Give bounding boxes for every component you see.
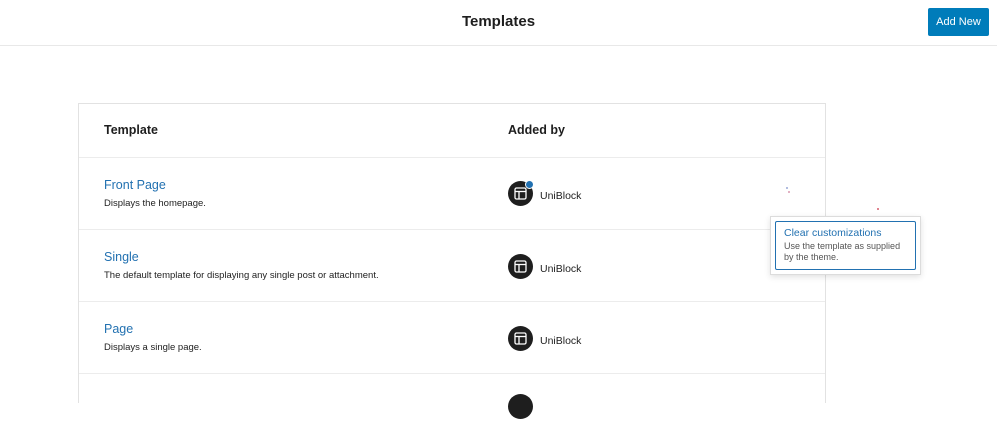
faint-pixel [786,187,788,189]
table-row [79,374,825,446]
customized-indicator [525,180,534,189]
template-title-link[interactable]: Page [104,322,133,336]
template-title-link[interactable]: Single [104,250,139,264]
column-header-template: Template [104,123,158,137]
table-header: Template Added by [79,104,825,158]
actions-dropdown: Clear customizations Use the template as… [770,216,921,275]
table-row: Page Displays a single page. UniBlock [79,302,825,374]
theme-icon [508,254,533,279]
template-description: The default template for displaying any … [104,270,379,281]
author-name: UniBlock [540,335,582,347]
clear-customizations-button[interactable]: Clear customizations Use the template as… [775,221,916,270]
faint-pixel [877,208,879,210]
table-row: Front Page Displays the homepage. UniBlo… [79,158,825,230]
top-bar: Templates Add New [0,0,997,46]
author-name: UniBlock [540,263,582,275]
templates-table: Template Added by Front Page Displays th… [78,103,826,419]
theme-icon [508,394,533,419]
author-name: UniBlock [540,190,582,202]
template-description: Displays the homepage. [104,198,206,209]
actions-menu-toggle[interactable] [782,181,882,211]
clear-customizations-help: Use the template as supplied by the them… [784,241,901,262]
table-row: Single The default template for displayi… [79,230,825,302]
page-title: Templates [461,13,536,30]
template-title-link[interactable]: Front Page [104,178,166,192]
theme-icon [508,180,534,206]
theme-icon [508,326,533,351]
clear-customizations-label: Clear customizations [784,227,882,239]
faint-pixel [788,191,790,193]
layout-icon [514,187,527,200]
layout-icon [514,260,527,273]
layout-icon [514,332,527,345]
template-description: Displays a single page. [104,342,202,353]
column-header-added-by: Added by [508,123,565,137]
add-new-button[interactable]: Add New [928,8,989,36]
